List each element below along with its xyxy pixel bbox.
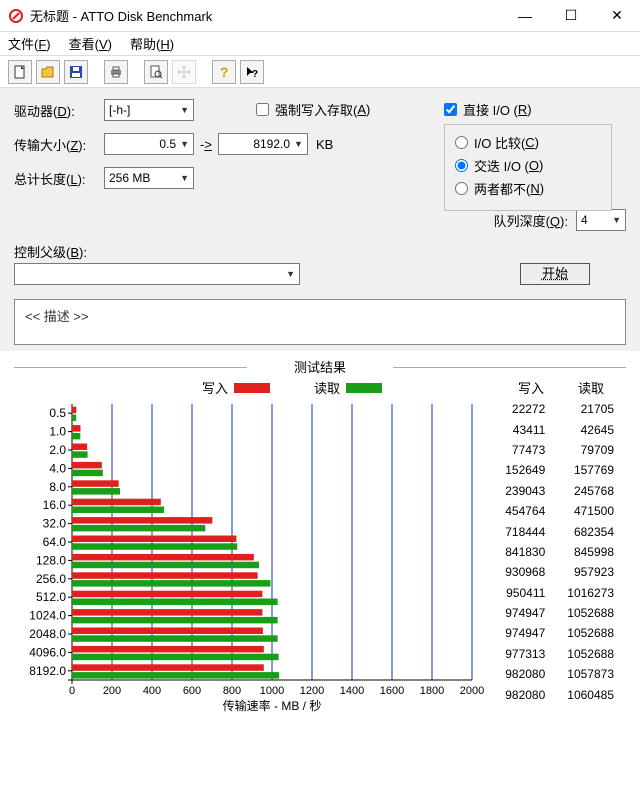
menu-file[interactable]: 文件(F) (8, 34, 51, 53)
print-icon[interactable] (104, 60, 128, 84)
results-table: 2227221705 4341142645 7747379709 1526491577… (493, 398, 626, 706)
table-row: 239043245768 (495, 482, 624, 500)
transfer-label: 传输大小(Z): (14, 135, 104, 154)
svg-text:1000: 1000 (260, 685, 284, 697)
direct-io-checkbox[interactable]: 直接 I/O (R) (444, 100, 532, 119)
svg-text:600: 600 (183, 685, 201, 697)
close-button[interactable]: ✕ (594, 0, 640, 32)
queue-select[interactable]: 4▼ (576, 209, 626, 231)
drive-label: 驱动器(D): (14, 101, 104, 120)
table-row: 4341142645 (495, 420, 624, 438)
svg-text:16.0: 16.0 (43, 498, 67, 512)
help-icon[interactable]: ? (212, 60, 236, 84)
svg-text:2048.0: 2048.0 (29, 627, 66, 641)
svg-text:8.0: 8.0 (49, 480, 66, 494)
transfer-unit: KB (316, 137, 333, 152)
total-label: 总计长度(L): (14, 169, 104, 188)
queue-label: 队列深度(Q): (494, 211, 568, 230)
svg-text:1.0: 1.0 (49, 425, 66, 439)
neither-radio[interactable]: 两者都不(N) (455, 179, 601, 198)
table-row: 7747379709 (495, 441, 624, 459)
minimize-button[interactable]: ― (502, 0, 548, 32)
transfer-to-select[interactable]: 8192.0▼ (218, 133, 308, 155)
svg-text:200: 200 (103, 685, 121, 697)
table-row: 2227221705 (495, 400, 624, 418)
svg-text:128.0: 128.0 (36, 553, 66, 567)
svg-text:4096.0: 4096.0 (29, 645, 66, 659)
svg-text:800: 800 (223, 685, 241, 697)
titlebar: 无标题 - ATTO Disk Benchmark ― ☐ ✕ (0, 0, 640, 32)
svg-text:1600: 1600 (380, 685, 404, 697)
save-icon[interactable] (64, 60, 88, 84)
total-select[interactable]: 256 MB▼ (104, 167, 194, 189)
svg-text:2.0: 2.0 (49, 443, 66, 457)
io-compare-radio[interactable]: I/O 比较(C) (455, 133, 601, 152)
drive-select[interactable]: [-h-]▼ (104, 99, 194, 121)
svg-text:1200: 1200 (300, 685, 324, 697)
svg-text:1800: 1800 (420, 685, 444, 697)
svg-text:1024.0: 1024.0 (29, 609, 66, 623)
new-icon[interactable] (8, 60, 32, 84)
description-box[interactable]: << 描述 >> (14, 299, 626, 345)
force-write-checkbox[interactable]: 强制写入存取(A) (256, 100, 370, 119)
window-title: 无标题 - ATTO Disk Benchmark (30, 6, 502, 25)
svg-text:4.0: 4.0 (49, 461, 66, 475)
table-row: 454764471500 (495, 502, 624, 520)
svg-text:0.5: 0.5 (49, 406, 66, 420)
app-icon (8, 8, 24, 24)
preview-icon[interactable] (144, 60, 168, 84)
svg-text:64.0: 64.0 (43, 535, 67, 549)
chart-legend: 写入 读取 写入 读取 (14, 378, 626, 398)
svg-text:?: ? (220, 65, 229, 79)
parent-select[interactable]: ▼ (14, 263, 300, 285)
parent-label: 控制父级(B): (14, 242, 626, 261)
maximize-button[interactable]: ☐ (548, 0, 594, 32)
results-title: 测试结果 (14, 357, 626, 376)
start-button[interactable]: 开始 (520, 263, 590, 285)
transfer-from-select[interactable]: 0.5▼ (104, 133, 194, 155)
transfer-op: -> (200, 137, 212, 152)
menu-view[interactable]: 查看(V) (69, 34, 112, 53)
svg-text:400: 400 (143, 685, 161, 697)
table-row: 152649157769 (495, 461, 624, 479)
svg-text:32.0: 32.0 (43, 517, 67, 531)
form-area: 驱动器(D): [-h-]▼ 传输大小(Z): 0.5▼ -> 8192.0▼ … (0, 88, 640, 351)
svg-text:8192.0: 8192.0 (29, 664, 66, 678)
svg-text:0: 0 (69, 685, 75, 697)
svg-text:512.0: 512.0 (36, 590, 66, 604)
table-row: 718444682354 (495, 522, 624, 540)
table-row: 9820801060485 (495, 685, 624, 703)
svg-text:1400: 1400 (340, 685, 364, 697)
table-row: 930968957923 (495, 563, 624, 581)
table-row: 9504111016273 (495, 584, 624, 602)
results-panel: 测试结果 写入 读取 写入 读取 0 200 400 600 800 1000 1200 14… (14, 357, 626, 718)
whatsthis-icon[interactable]: ? (240, 60, 264, 84)
svg-text:2000: 2000 (460, 685, 484, 697)
table-row: 9749471052688 (495, 624, 624, 642)
move-icon (172, 60, 196, 84)
svg-text:传输速率 - MB / 秒: 传输速率 - MB / 秒 (223, 698, 322, 713)
table-row: 841830845998 (495, 543, 624, 561)
chart-area: 0 200 400 600 800 1000 1200 1400 1600 1800 2000 0.5… (14, 398, 626, 718)
table-row: 9749471052688 (495, 604, 624, 622)
table-row: 9820801057873 (495, 665, 624, 683)
svg-text:256.0: 256.0 (36, 572, 66, 586)
menubar: 文件(F) 查看(V) 帮助(H) (0, 32, 640, 56)
toolbar: ? ? (0, 56, 640, 88)
svg-text:?: ? (252, 69, 258, 79)
menu-help[interactable]: 帮助(H) (130, 34, 174, 53)
open-icon[interactable] (36, 60, 60, 84)
overlapped-io-radio[interactable]: 交迭 I/O (O) (455, 156, 601, 175)
table-row: 9773131052688 (495, 645, 624, 663)
